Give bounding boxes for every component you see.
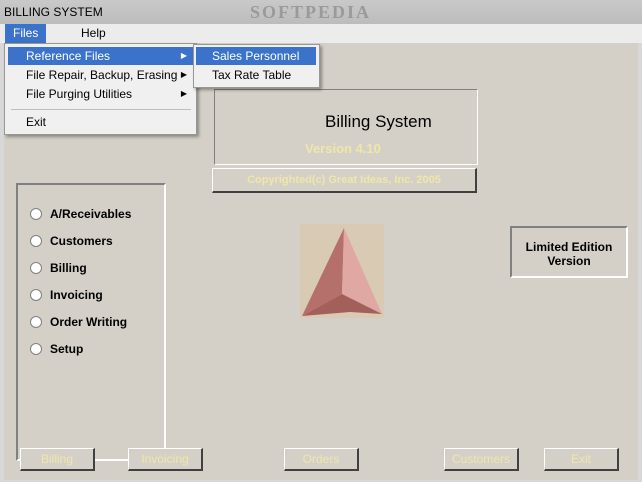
files-dropdown-menu: Reference Files ▶ File Repair, Backup, E…: [4, 43, 197, 135]
app-title-box: Billing System Version 4.10: [214, 89, 478, 165]
menu-item-file-purging[interactable]: File Purging Utilities ▶: [8, 85, 193, 103]
limited-edition-box: Limited Edition Version: [510, 226, 628, 278]
watermark: SOFTPEDIA: [250, 2, 372, 22]
customers-button[interactable]: Customers: [444, 448, 519, 471]
billing-button[interactable]: Billing: [20, 448, 95, 471]
menu-item-label: Tax Rate Table: [212, 68, 292, 82]
menu-item-tax-rate-table[interactable]: Tax Rate Table: [196, 66, 316, 84]
limited-line-2: Version: [547, 254, 591, 268]
title-bar: BILLING SYSTEM SOFTPEDIA: [0, 0, 642, 24]
menu-item-label: File Repair, Backup, Erasing: [26, 68, 178, 82]
radio-button-icon: [30, 262, 42, 274]
version-label: Version 4.10: [305, 141, 381, 156]
radio-label: Customers: [50, 234, 113, 248]
app-name: Billing System: [325, 112, 432, 131]
module-radio-group: A/Receivables Customers Billing Invoicin…: [16, 183, 166, 461]
radio-button-icon: [30, 289, 42, 301]
radio-label: Invoicing: [50, 288, 103, 302]
menu-item-label: File Purging Utilities: [26, 87, 133, 101]
menu-separator: [11, 109, 191, 110]
window-title: BILLING SYSTEM: [4, 5, 103, 19]
radio-label: Order Writing: [50, 315, 128, 329]
radio-button-icon: [30, 235, 42, 247]
exit-button[interactable]: Exit: [544, 448, 619, 471]
orders-button[interactable]: Orders: [284, 448, 359, 471]
radio-button-icon: [30, 343, 42, 355]
menu-item-label: Reference Files: [26, 49, 111, 63]
invoicing-button[interactable]: Invoicing: [128, 448, 203, 471]
menu-item-sales-personnel[interactable]: Sales Personnel: [196, 47, 316, 65]
menu-bar: Files Help: [0, 24, 642, 43]
menu-help[interactable]: Help: [73, 24, 114, 43]
radio-button-icon: [30, 208, 42, 220]
submenu-arrow-icon: ▶: [180, 89, 187, 98]
radio-label: Billing: [50, 261, 87, 275]
submenu-arrow-icon: ▶: [180, 70, 187, 79]
radio-label: A/Receivables: [50, 207, 132, 221]
menu-item-file-repair[interactable]: File Repair, Backup, Erasing ▶: [8, 66, 193, 84]
triangle-logo-icon: [300, 224, 384, 318]
menu-files[interactable]: Files: [5, 24, 47, 43]
menu-item-label: Sales Personnel: [212, 49, 300, 63]
radio-label: Setup: [50, 342, 84, 356]
radio-button-icon: [30, 316, 42, 328]
menu-item-reference-files[interactable]: Reference Files ▶: [8, 47, 193, 65]
copyright-button[interactable]: Copyrighted(c) Great Ideas, Inc. 2005: [212, 168, 477, 193]
limited-line-1: Limited Edition: [525, 240, 613, 254]
menu-item-label: Exit: [26, 115, 47, 129]
reference-files-submenu: Sales Personnel Tax Rate Table: [193, 44, 320, 88]
menu-item-exit[interactable]: Exit: [8, 113, 193, 131]
submenu-arrow-icon: ▶: [180, 51, 187, 60]
